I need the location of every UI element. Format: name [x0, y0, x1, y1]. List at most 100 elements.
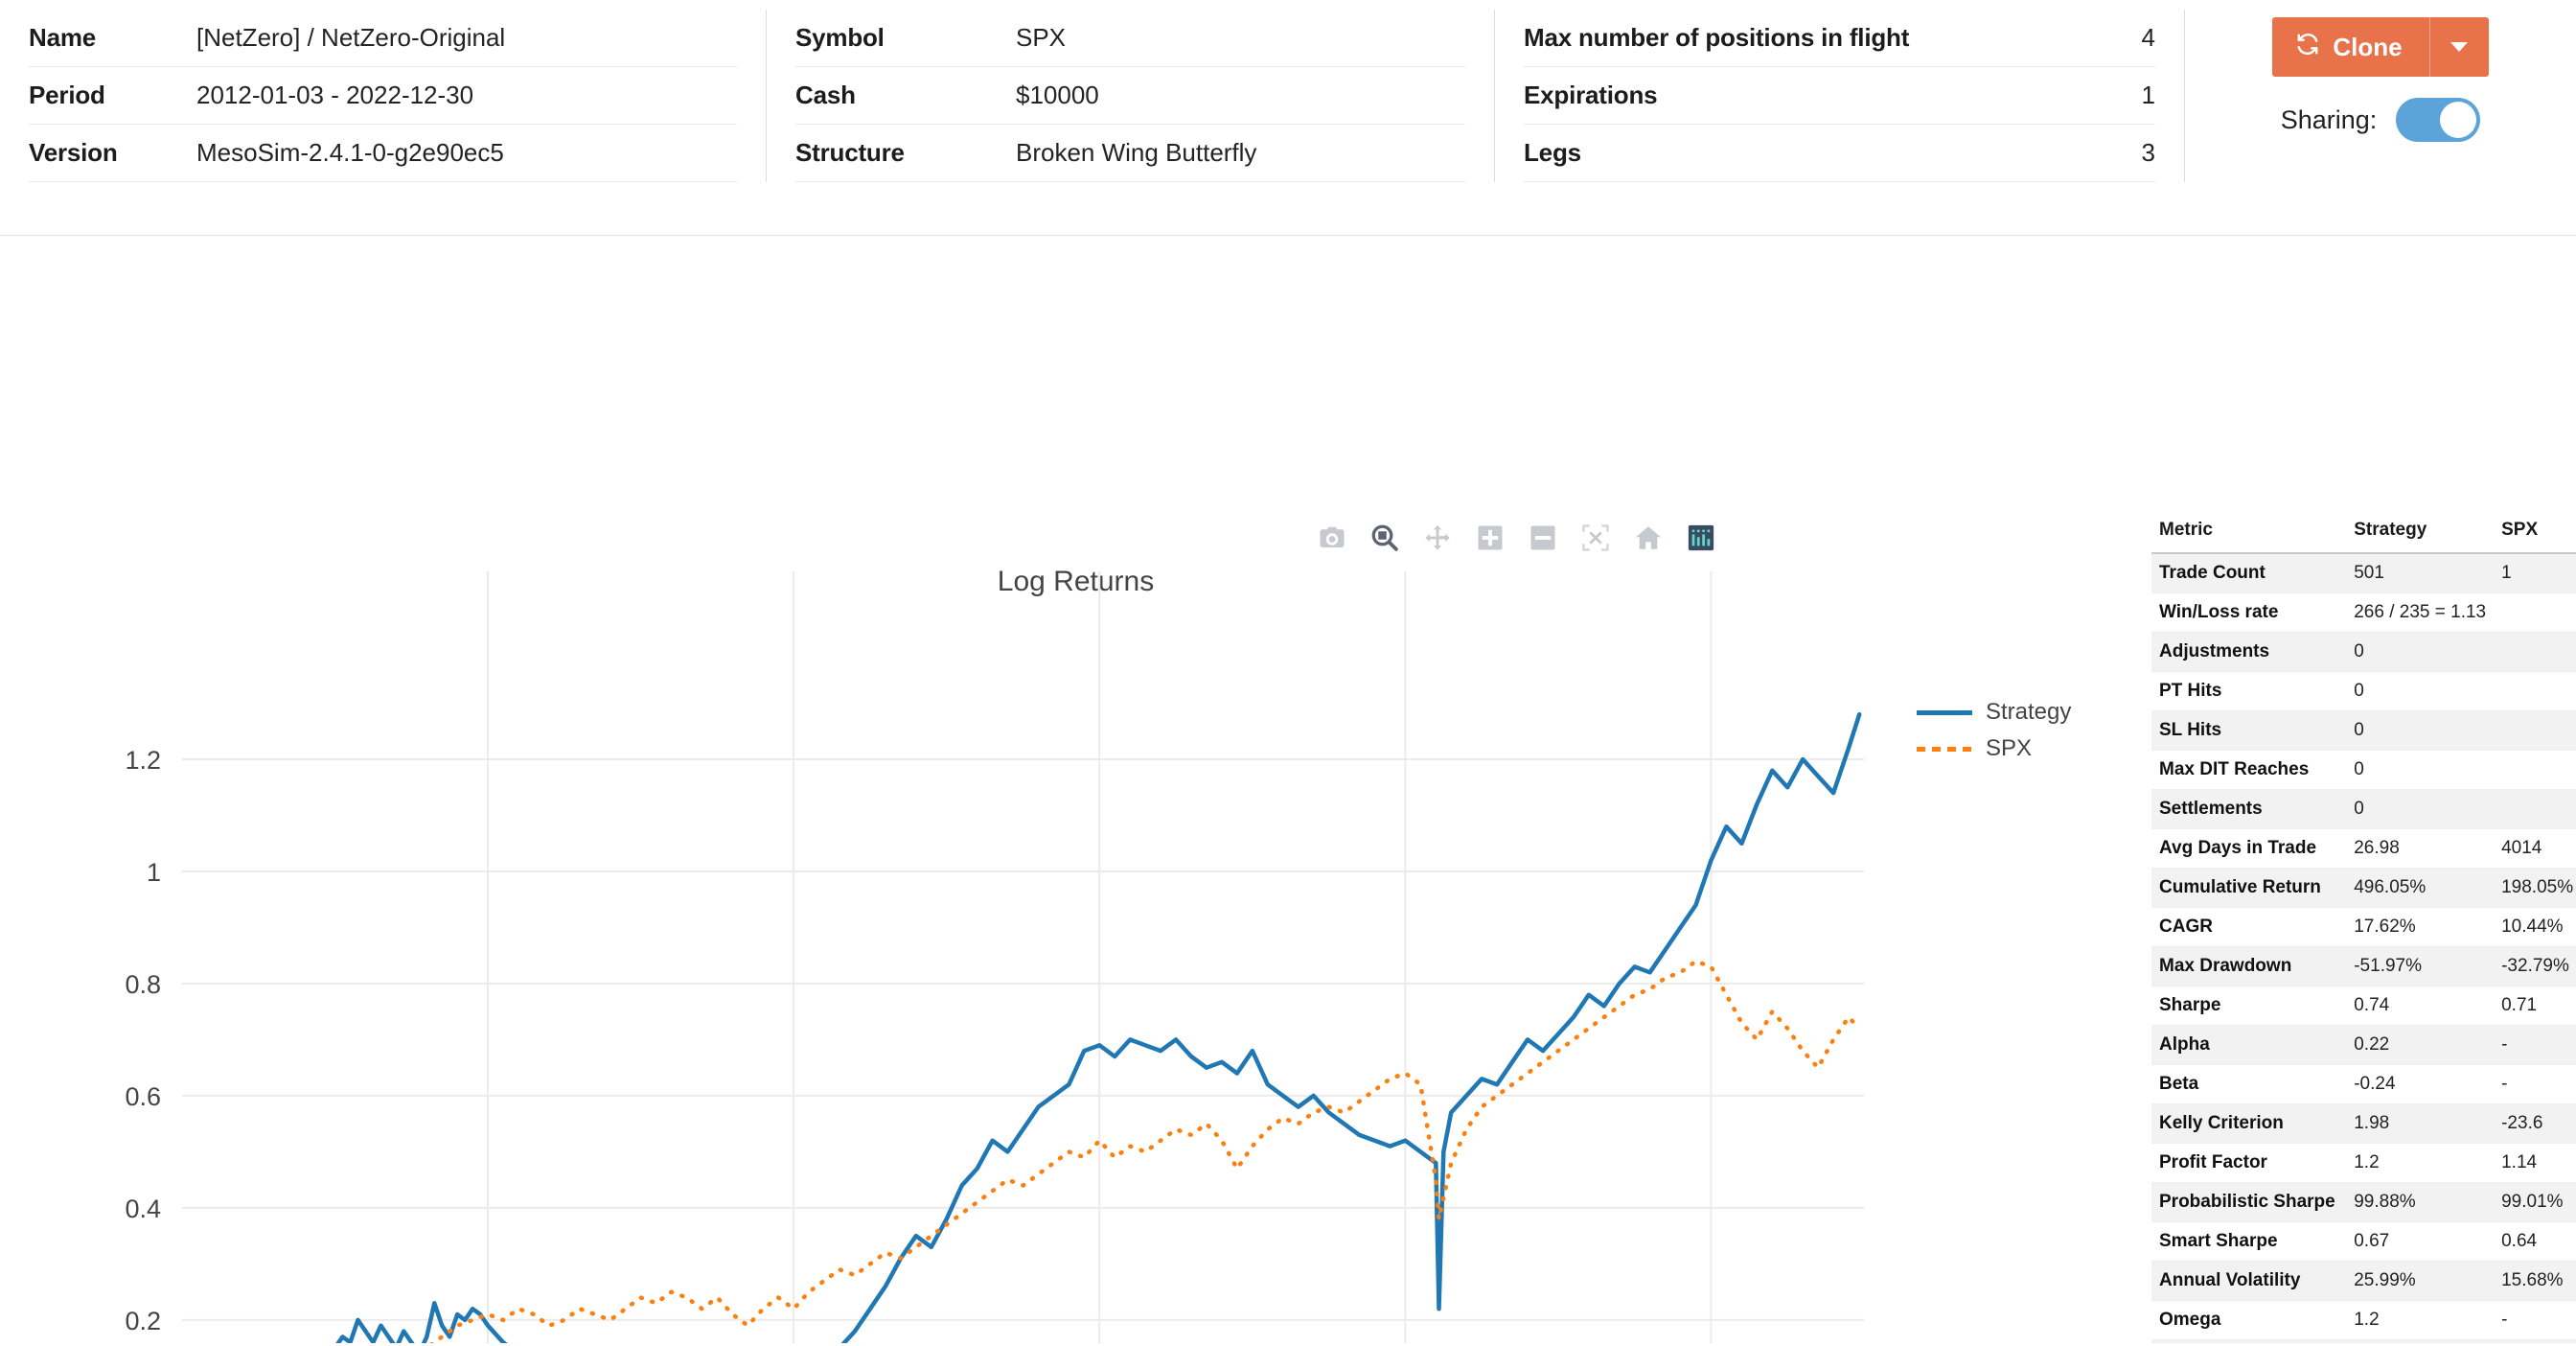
label-max-positions: Max number of positions in flight [1524, 23, 2142, 53]
chart-canvas[interactable]: 00.20.40.60.811.2 20142016201820202022 [0, 236, 2151, 1343]
log-returns-chart: Log Returns 00.20.40.60.811.2 2014201620… [0, 236, 2151, 1343]
metrics-panel: Metric Strategy SPX Trade Count5011Win/L… [2151, 236, 2576, 1343]
info-row-name: Name [NetZero] / NetZero-Original [29, 10, 737, 67]
clone-dropdown-button[interactable] [2429, 17, 2489, 77]
metric-strategy-cell: 266 / 235 = 1.13 [2346, 593, 2494, 633]
metric-name-cell: Settlements [2151, 790, 2346, 829]
info-row-expirations: Expirations 1 [1524, 67, 2155, 125]
metrics-table-body: Trade Count5011Win/Loss rate266 / 235 = … [2151, 553, 2576, 1343]
metric-name-cell: Alpha [2151, 1026, 2346, 1065]
metric-spx-cell: - [2494, 1065, 2576, 1104]
metric-name-cell: Annual Volatility [2151, 1262, 2346, 1301]
sharing-toggle[interactable] [2396, 98, 2480, 142]
metric-strategy-cell: 0.67 [2346, 1222, 2494, 1262]
sharing-control: Sharing: [2281, 98, 2481, 142]
table-row: Adjustments0 [2151, 633, 2576, 672]
legend-label-spx: SPX [1986, 735, 2032, 762]
metric-spx-cell [2494, 751, 2576, 790]
metrics-table: Metric Strategy SPX Trade Count5011Win/L… [2151, 514, 2576, 1343]
metric-name-cell: Avg Days in Trade [2151, 829, 2346, 869]
label-cash: Cash [795, 81, 1016, 110]
clone-button[interactable]: Clone [2272, 17, 2428, 77]
legend-item-strategy[interactable]: Strategy [1917, 694, 2071, 731]
value-version: MesoSim-2.4.1-0-g2e90ec5 [196, 138, 504, 168]
info-row-max-positions: Max number of positions in flight 4 [1524, 10, 2155, 67]
value-legs: 3 [2142, 138, 2155, 168]
metric-spx-cell: - [2494, 1026, 2576, 1065]
table-row: Profit Factor1.21.14 [2151, 1144, 2576, 1183]
svg-text:1: 1 [147, 858, 161, 887]
summary-header: Name [NetZero] / NetZero-Original Period… [0, 0, 2576, 236]
table-row: Cumulative Return496.05%198.05% [2151, 869, 2576, 908]
label-version: Version [29, 138, 196, 168]
legend-swatch-spx [1917, 747, 1972, 752]
value-structure: Broken Wing Butterfly [1016, 138, 1256, 168]
metric-strategy-cell: 26.98 [2346, 829, 2494, 869]
metric-name-cell: Profit Factor [2151, 1144, 2346, 1183]
metric-name-cell: Information ratio [2151, 1340, 2346, 1344]
table-row: Sharpe0.740.71 [2151, 986, 2576, 1026]
label-period: Period [29, 81, 196, 110]
metric-spx-cell [2494, 711, 2576, 751]
metric-strategy-cell: 0 [2346, 672, 2494, 711]
table-row: Kelly Criterion1.98-23.6 [2151, 1104, 2576, 1144]
header-actions: Clone Sharing: [2185, 10, 2576, 142]
legend-item-spx[interactable]: SPX [1917, 731, 2071, 767]
table-row: Information ratio0.02- [2151, 1340, 2576, 1344]
info-row-legs: Legs 3 [1524, 125, 2155, 182]
metric-name-cell: Omega [2151, 1301, 2346, 1340]
metric-strategy-cell: -0.24 [2346, 1065, 2494, 1104]
content-area: Log Returns 00.20.40.60.811.2 2014201620… [0, 236, 2576, 1343]
svg-text:0.6: 0.6 [125, 1082, 161, 1111]
chart-legend[interactable]: Strategy SPX [1917, 694, 2071, 767]
metric-strategy-cell: 0 [2346, 790, 2494, 829]
table-row: Settlements0 [2151, 790, 2576, 829]
metric-strategy-cell: 0 [2346, 633, 2494, 672]
svg-text:1.2: 1.2 [125, 746, 161, 775]
label-symbol: Symbol [795, 23, 1016, 53]
header-spx: SPX [2494, 514, 2576, 553]
label-legs: Legs [1524, 138, 2142, 168]
metric-spx-cell: 1 [2494, 553, 2576, 593]
sharing-toggle-knob [2440, 102, 2476, 138]
info-column-positions: Max number of positions in flight 4 Expi… [1495, 10, 2185, 182]
metric-name-cell: Probabilistic Sharpe [2151, 1183, 2346, 1222]
metric-name-cell: Max Drawdown [2151, 947, 2346, 986]
metric-spx-cell: 10.44% [2494, 908, 2576, 947]
metric-name-cell: CAGR [2151, 908, 2346, 947]
metric-spx-cell [2494, 672, 2576, 711]
value-period: 2012-01-03 - 2022-12-30 [196, 81, 473, 110]
table-row: Probabilistic Sharpe99.88%99.01% [2151, 1183, 2576, 1222]
svg-text:0.8: 0.8 [125, 970, 161, 999]
metrics-header-row: Metric Strategy SPX [2151, 514, 2576, 553]
metric-spx-cell [2494, 593, 2576, 633]
metric-name-cell: Smart Sharpe [2151, 1222, 2346, 1262]
value-cash: $10000 [1016, 81, 1099, 110]
metric-spx-cell: 15.68% [2494, 1262, 2576, 1301]
metric-strategy-cell: 1.2 [2346, 1144, 2494, 1183]
metric-strategy-cell: 25.99% [2346, 1262, 2494, 1301]
metric-name-cell: Kelly Criterion [2151, 1104, 2346, 1144]
label-expirations: Expirations [1524, 81, 2142, 110]
table-row: CAGR17.62%10.44% [2151, 908, 2576, 947]
info-column-identity: Name [NetZero] / NetZero-Original Period… [0, 10, 767, 182]
value-max-positions: 4 [2142, 23, 2155, 53]
table-row: Trade Count5011 [2151, 553, 2576, 593]
table-row: Max Drawdown-51.97%-32.79% [2151, 947, 2576, 986]
metric-name-cell: SL Hits [2151, 711, 2346, 751]
metric-spx-cell: 1.14 [2494, 1144, 2576, 1183]
refresh-icon [2295, 32, 2320, 63]
metric-spx-cell: -32.79% [2494, 947, 2576, 986]
metric-spx-cell: - [2494, 1340, 2576, 1344]
info-row-period: Period 2012-01-03 - 2022-12-30 [29, 67, 737, 125]
clone-button-label: Clone [2333, 33, 2402, 62]
metric-name-cell: Cumulative Return [2151, 869, 2346, 908]
metric-strategy-cell: 0.02 [2346, 1340, 2494, 1344]
table-row: Max DIT Reaches0 [2151, 751, 2576, 790]
metric-strategy-cell: 0.22 [2346, 1026, 2494, 1065]
table-row: PT Hits0 [2151, 672, 2576, 711]
metric-spx-cell [2494, 790, 2576, 829]
metric-name-cell: Sharpe [2151, 986, 2346, 1026]
info-row-symbol: Symbol SPX [795, 10, 1465, 67]
metric-spx-cell: 0.71 [2494, 986, 2576, 1026]
